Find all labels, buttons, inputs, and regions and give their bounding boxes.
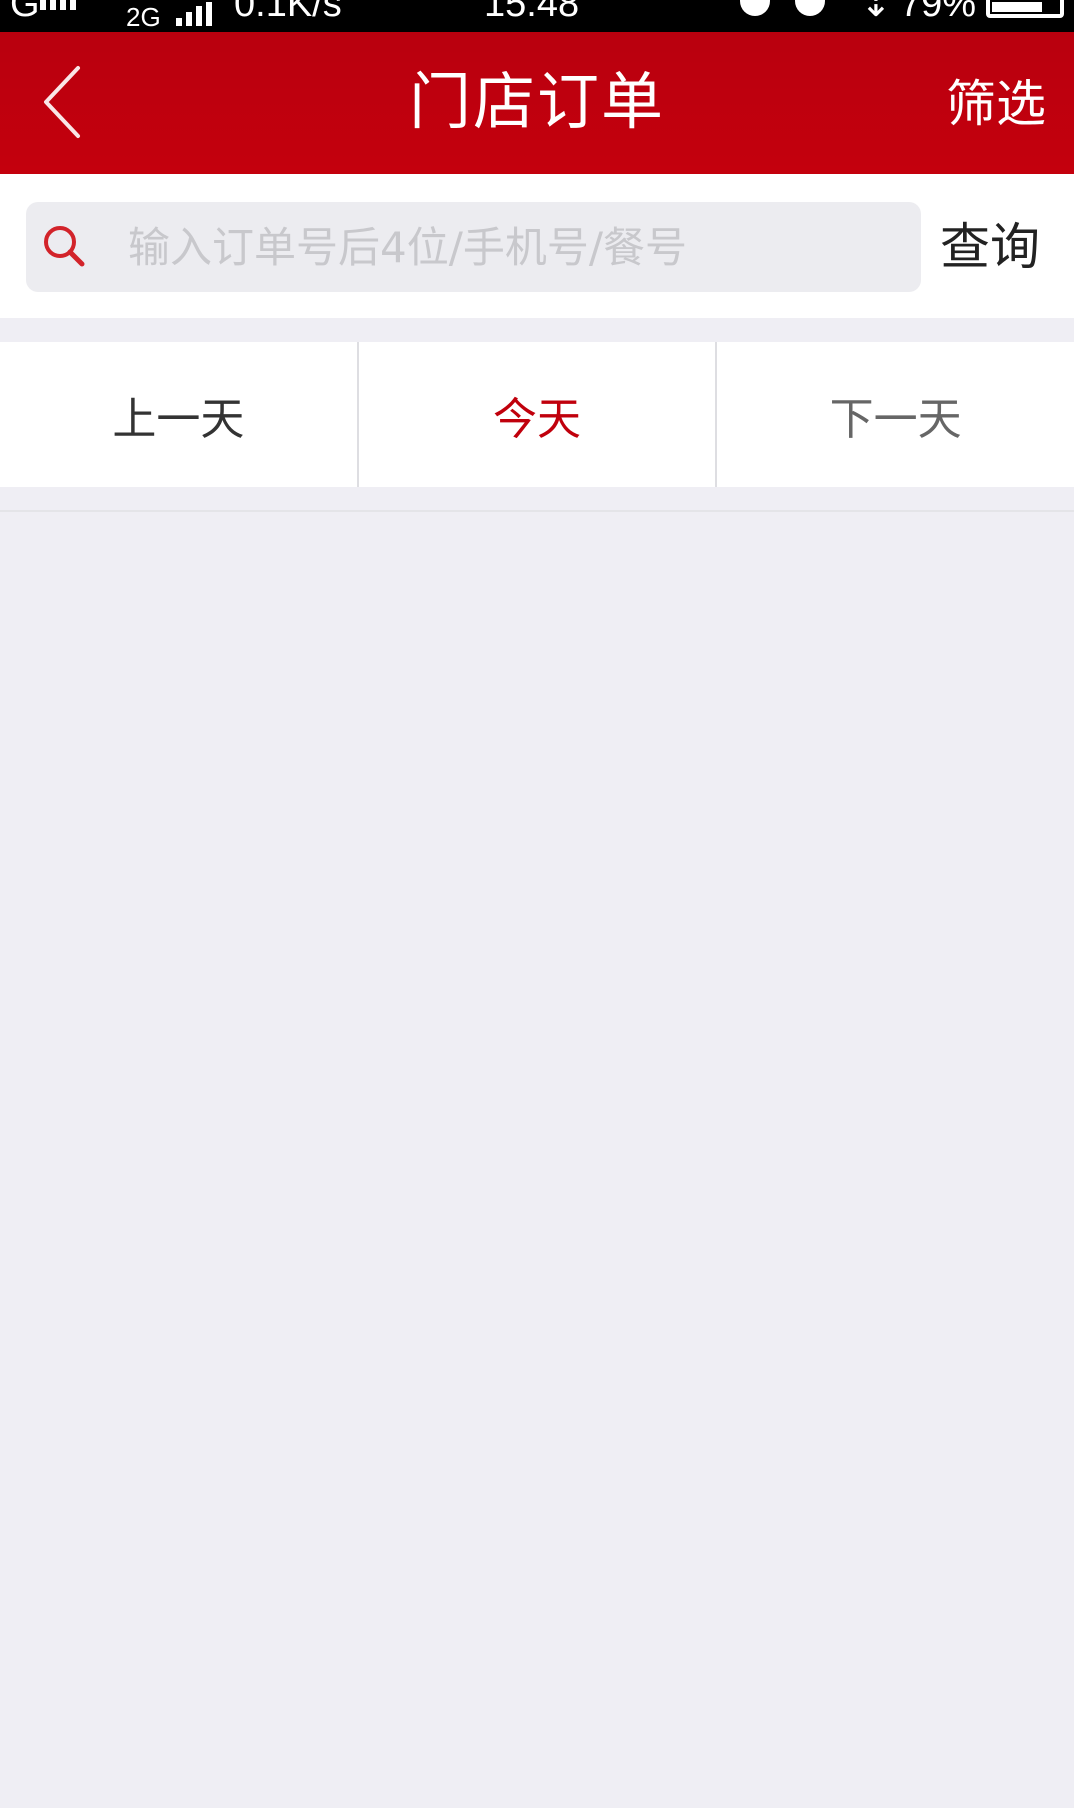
clock: 15:48 (484, 0, 580, 25)
day-tabs: 上一天 今天 下一天 (0, 342, 1074, 487)
nav-bar: 门店订单 筛选 (0, 32, 1074, 174)
network-type-label-2: 2G (126, 2, 161, 32)
status-bar: G 2G 0.1K/s 15:48 ⇣ 79% (0, 0, 1074, 32)
signal-strength-icon-2 (176, 2, 212, 26)
network-speed: 0.1K/s (234, 0, 342, 25)
tab-previous-day[interactable]: 上一天 (0, 342, 357, 487)
wifi-icon: ⇣ (860, 0, 892, 25)
battery-percent: 79% (900, 0, 977, 25)
search-icon (44, 226, 85, 267)
network-type-label: G (10, 0, 40, 25)
filter-button[interactable]: 筛选 (946, 74, 1046, 134)
order-list (0, 512, 1074, 1808)
battery-icon (986, 0, 1064, 18)
search-section: 查询 (0, 174, 1074, 318)
alarm-icon (740, 0, 770, 16)
search-box[interactable] (26, 202, 921, 292)
tab-next-day[interactable]: 下一天 (715, 342, 1074, 487)
tab-today[interactable]: 今天 (356, 342, 716, 487)
page-title: 门店订单 (408, 65, 665, 138)
query-button[interactable]: 查询 (940, 214, 1040, 280)
signal-strength-icon (40, 0, 76, 10)
location-icon (795, 0, 825, 16)
search-input[interactable] (100, 202, 910, 292)
